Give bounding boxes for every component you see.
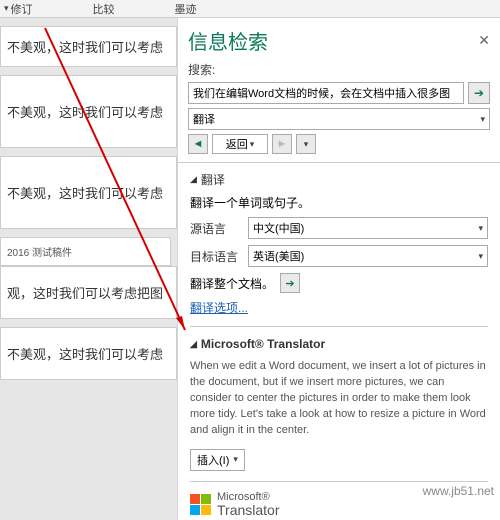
source-select[interactable]: 翻译▾ (188, 108, 490, 130)
microsoft-logo-icon (190, 494, 211, 515)
doc-text-line: 不美观，这时我们可以考虑 (0, 156, 177, 229)
source-lang-label: 源语言 (190, 220, 242, 237)
arrow-right-icon: ► (277, 138, 288, 150)
target-lang-select[interactable]: 英语(美国)▾ (248, 245, 488, 267)
doc-text-line: 不美观，这时我们可以考虑 (0, 26, 177, 67)
source-lang-select[interactable]: 中文(中国)▾ (248, 217, 488, 239)
chevron-down-icon: ▾ (233, 454, 238, 465)
chevron-down-icon: ▾ (480, 114, 485, 125)
translation-result: When we edit a Word document, we insert … (190, 359, 488, 439)
insert-button[interactable]: 插入(I)▾ (190, 449, 245, 471)
doc-footer-label: 2016 测试稿件 (0, 237, 171, 266)
pane-body: ◢翻译 翻译一个单词或句子。 源语言 中文(中国)▾ 目标语言 英语(美国)▾ … (178, 162, 500, 520)
document-area: 不美观，这时我们可以考虑 不美观，这时我们可以考虑 不美观，这时我们可以考虑 2… (0, 18, 178, 520)
arrow-left-icon: ◄ (193, 138, 204, 150)
divider (190, 326, 488, 327)
translation-options-link[interactable]: 翻译选项... (190, 301, 248, 315)
ribbon: ▾修订 比较 墨迹 (0, 0, 500, 18)
ribbon-ink[interactable]: 墨迹 (175, 1, 197, 17)
watermark: www.jb51.net (423, 484, 494, 498)
search-go-button[interactable]: ➔ (468, 82, 490, 104)
back-button[interactable]: ◄ (188, 134, 208, 154)
collapse-icon: ◢ (190, 339, 197, 350)
doc-text-line: 不美观，这时我们可以考虑 (0, 327, 177, 380)
forward-dropdown[interactable]: ▾ (296, 134, 316, 154)
target-lang-label: 目标语言 (190, 248, 242, 265)
back-select[interactable]: 返回▾ (212, 134, 268, 154)
section-translate[interactable]: ◢翻译 (190, 171, 488, 188)
ribbon-compare[interactable]: 比较 (93, 1, 115, 17)
close-icon[interactable]: ✕ (478, 32, 490, 49)
arrow-right-icon: ➔ (474, 86, 484, 100)
translate-tip: 翻译一个单词或句子。 (190, 194, 488, 211)
arrow-right-icon: ➔ (285, 277, 294, 290)
pane-title: 信息检索 (188, 26, 268, 55)
forward-button[interactable]: ► (272, 134, 292, 154)
collapse-icon: ◢ (190, 174, 197, 185)
doc-text-line: 观，这时我们可以考虑把图 (0, 266, 177, 319)
divider (190, 481, 488, 482)
doc-text-line: 不美观，这时我们可以考虑 (0, 75, 177, 148)
ribbon-revise[interactable]: ▾修订 (4, 1, 33, 17)
translate-whole-doc-button[interactable]: ➔ (280, 273, 300, 293)
translate-whole-doc-label: 翻译整个文档。 (190, 275, 274, 292)
research-pane: 信息检索 ✕ 搜索: ➔ 翻译▾ ◄ 返回▾ ► ▾ ◢翻译 翻译一个单词或句子… (178, 18, 500, 520)
translator-section-header[interactable]: ◢Microsoft® Translator (190, 337, 488, 351)
search-label: 搜索: (188, 61, 490, 78)
search-input[interactable] (188, 82, 464, 104)
